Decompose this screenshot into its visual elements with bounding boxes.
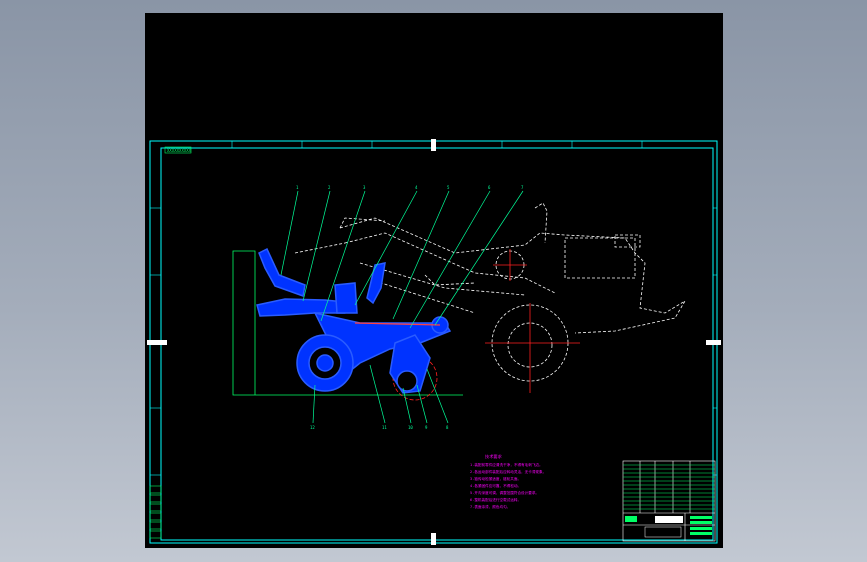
svg-text:11: 11	[382, 425, 387, 430]
svg-text:9: 9	[425, 425, 428, 430]
svg-text:2.各运动部件装配后应转动灵活，无卡滞现象。: 2.各运动部件装配后应转动灵活，无卡滞现象。	[470, 469, 546, 474]
svg-text:3: 3	[363, 185, 366, 190]
svg-text:12: 12	[310, 425, 315, 430]
svg-text:5.开沟深度可调，调整范围符合设计要求。: 5.开沟深度可调，调整范围符合设计要求。	[470, 490, 539, 495]
svg-text:8: 8	[446, 425, 449, 430]
sheet-outer-border	[149, 140, 718, 544]
svg-text:1: 1	[296, 185, 299, 190]
seeder-implement	[256, 247, 452, 394]
svg-text:6.整机装配后进行空载试运转。: 6.整机装配后进行空载试运转。	[470, 497, 521, 502]
svg-text:4.各紧固件应可靠，不得松动。: 4.各紧固件应可靠，不得松动。	[470, 483, 521, 488]
svg-text:10: 10	[408, 425, 413, 430]
drawing-tag: XXXXXXXXXX	[167, 148, 192, 153]
left-strip	[149, 485, 162, 539]
title-block-rows	[623, 464, 715, 510]
center-mark-bottom	[431, 533, 436, 545]
center-mark-left	[147, 340, 167, 345]
svg-text:1.装配前零件应清洗干净，不得有毛刺飞边。: 1.装配前零件应清洗干净，不得有毛刺飞边。	[470, 462, 543, 467]
grid-ticks	[150, 141, 717, 476]
center-mark-right	[706, 340, 721, 345]
svg-text:5: 5	[447, 185, 450, 190]
center-mark-top	[431, 139, 436, 151]
svg-text:技术要求: 技术要求	[485, 453, 503, 460]
title-block-fills	[625, 516, 712, 538]
svg-text:6: 6	[488, 185, 491, 190]
svg-text:7.表面涂漆，颜色均匀。: 7.表面涂漆，颜色均匀。	[470, 504, 510, 509]
technical-notes: 技术要求 1.装配前零件应清洗干净，不得有毛刺飞边。 2.各运动部件装配后应转动…	[470, 453, 546, 509]
svg-text:3.链传动松紧适度，链轮共面。: 3.链传动松紧适度，链轮共面。	[470, 476, 521, 481]
svg-text:2: 2	[328, 185, 331, 190]
cad-viewport[interactable]: XXXXXXXXXX 1 2 3 4 5 6 7 12 11 10 9 8 技术…	[145, 13, 723, 548]
svg-text:4: 4	[415, 185, 418, 190]
drawing-canvas[interactable]: XXXXXXXXXX 1 2 3 4 5 6 7 12 11 10 9 8 技术…	[145, 13, 723, 548]
svg-text:7: 7	[521, 185, 524, 190]
